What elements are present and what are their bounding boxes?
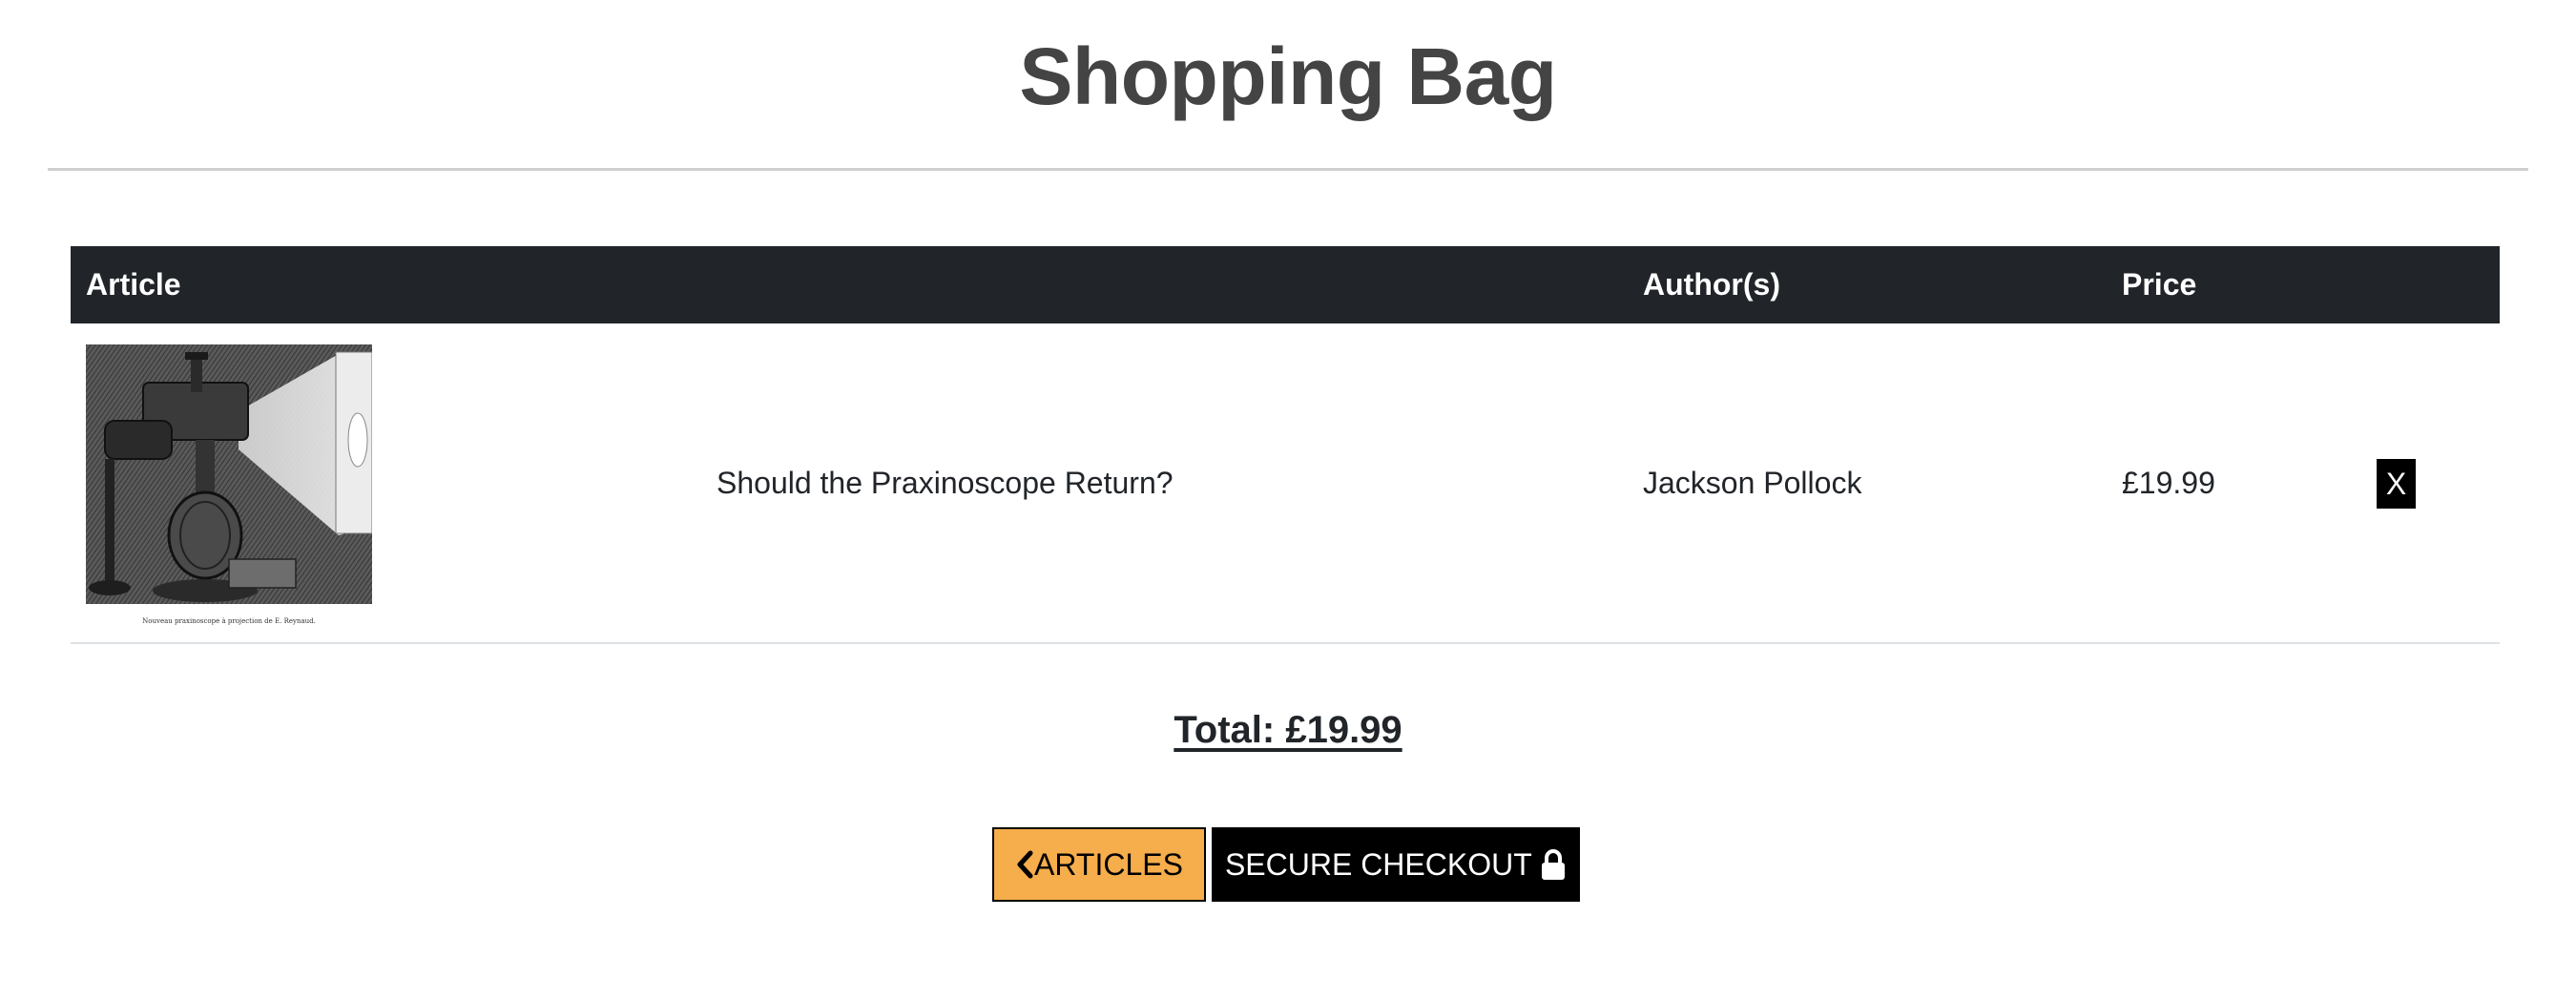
secure-checkout-button[interactable]: SECURE CHECKOUT xyxy=(1212,827,1580,902)
action-buttons: ARTICLES SECURE CHECKOUT xyxy=(0,827,2576,902)
lock-icon xyxy=(1542,848,1566,880)
articles-button-label: ARTICLES xyxy=(1034,847,1183,882)
articles-button[interactable]: ARTICLES xyxy=(992,827,1206,902)
article-price: £19.99 xyxy=(2122,466,2215,500)
header-article: Article xyxy=(86,267,181,302)
thumbnail-caption: Nouveau praxinoscope à projection de E. … xyxy=(142,616,316,625)
checkout-button-label: SECURE CHECKOUT xyxy=(1224,847,1532,882)
title-divider xyxy=(48,168,2528,171)
article-title[interactable]: Should the Praxinoscope Return? xyxy=(717,323,1174,642)
order-total: Total: £19.99 xyxy=(1174,709,1402,751)
table-header: Article Author(s) Price xyxy=(71,246,2500,323)
page-title: Shopping Bag xyxy=(1019,31,1557,121)
article-author: Jackson Pollock xyxy=(1643,466,1862,500)
chevron-left-icon xyxy=(1017,850,1033,879)
shopping-bag-table: Article Author(s) Price Nouveau praxinos… xyxy=(71,246,2500,644)
header-authors: Author(s) xyxy=(1643,267,1780,302)
table-row: Nouveau praxinoscope à projection de E. … xyxy=(71,323,2500,644)
praxinoscope-engraving-image[interactable]: Nouveau praxinoscope à projection de E. … xyxy=(86,344,372,631)
remove-item-button[interactable]: X xyxy=(2377,459,2416,509)
header-price: Price xyxy=(2122,267,2197,302)
